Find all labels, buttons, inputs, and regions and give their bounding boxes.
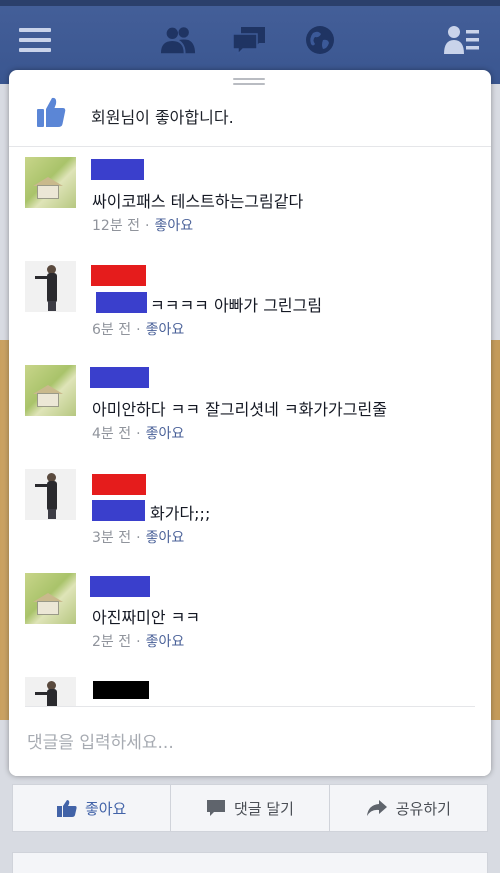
comment-meta: 6분 전 · 좋아요	[92, 319, 184, 339]
comment-like-link[interactable]: 좋아요	[154, 218, 193, 234]
comment-timestamp: 2분 전	[92, 634, 132, 650]
avatar[interactable]	[25, 677, 76, 707]
comment-item	[9, 677, 491, 707]
notifications-globe-icon[interactable]	[302, 22, 338, 58]
separator-dot: ·	[136, 322, 141, 338]
comment-like-link[interactable]: 좋아요	[146, 322, 185, 338]
post-share-button[interactable]: 공유하기	[330, 785, 487, 831]
comment-item: ㅋㅋㅋㅋ 아빠가 그린그림 6분 전 · 좋아요	[9, 261, 491, 361]
comment-timestamp: 3분 전	[92, 530, 132, 546]
messages-icon[interactable]	[231, 22, 267, 58]
avatar[interactable]	[25, 365, 76, 416]
menu-icon[interactable]	[17, 22, 53, 58]
comment-timestamp: 12분 전	[92, 218, 141, 234]
comment-item: 싸이코패스 테스트하는그림같다 12분 전 · 좋아요	[9, 157, 491, 257]
comment-text: 화가다;;;	[150, 504, 211, 523]
comment-text: ㅋㅋㅋㅋ 아빠가 그린그림	[150, 296, 323, 315]
avatar[interactable]	[25, 261, 76, 312]
redacted-commenter-name	[90, 367, 149, 388]
thumbs-up-icon	[36, 96, 66, 132]
post-comment-label: 댓글 달기	[234, 799, 294, 818]
separator-dot: ·	[136, 426, 141, 442]
comment-timestamp: 4분 전	[92, 426, 132, 442]
redacted-commenter-name	[93, 681, 149, 699]
post-like-button[interactable]: 좋아요	[13, 785, 172, 831]
comment-text: 아진짜미안 ㅋㅋ	[92, 608, 201, 627]
post-comment-button[interactable]: 댓글 달기	[171, 785, 330, 831]
redacted-mention	[92, 500, 145, 521]
post-share-label: 공유하기	[395, 799, 451, 818]
separator-dot: ·	[136, 530, 141, 546]
comment-item: 화가다;;; 3분 전 · 좋아요	[9, 469, 491, 569]
drag-handle[interactable]	[233, 78, 265, 86]
avatar[interactable]	[25, 573, 76, 624]
divider	[25, 706, 475, 707]
comment-like-link[interactable]: 좋아요	[146, 634, 185, 650]
comment-like-link[interactable]: 좋아요	[146, 426, 185, 442]
avatar[interactable]	[25, 469, 76, 520]
redacted-commenter-name	[92, 474, 146, 495]
friend-requests-icon[interactable]	[160, 22, 196, 58]
redacted-commenter-name	[90, 576, 150, 597]
comment-bubble-icon	[207, 800, 225, 816]
like-summary-row[interactable]: 회원님이 좋아합니다.	[9, 92, 491, 136]
comment-meta: 12분 전 · 좋아요	[92, 215, 193, 235]
comment-like-link[interactable]: 좋아요	[146, 530, 185, 546]
comment-input[interactable]	[9, 710, 491, 776]
divider	[9, 146, 491, 147]
thumbs-up-icon	[56, 800, 77, 817]
comment-timestamp: 6분 전	[92, 322, 132, 338]
avatar[interactable]	[25, 157, 76, 208]
post-like-label: 좋아요	[84, 799, 127, 818]
comment-item: 아미안하다 ㅋㅋ 잘그리셧네 ㅋ화가가그린줄 4분 전 · 좋아요	[9, 365, 491, 465]
post-action-bar: 좋아요 댓글 달기 공유하기	[12, 784, 488, 832]
separator-dot: ·	[136, 634, 141, 650]
comment-meta: 4분 전 · 좋아요	[92, 423, 184, 443]
redacted-commenter-name	[91, 159, 144, 180]
comment-text: 싸이코패스 테스트하는그림같다	[92, 192, 304, 211]
status-strip	[0, 0, 500, 6]
contacts-icon[interactable]	[444, 22, 480, 58]
redacted-mention	[96, 292, 147, 313]
comment-item: 아진짜미안 ㅋㅋ 2분 전 · 좋아요	[9, 573, 491, 673]
separator-dot: ·	[145, 218, 150, 234]
share-arrow-icon	[366, 800, 387, 816]
comment-meta: 2분 전 · 좋아요	[92, 631, 184, 651]
like-summary-text: 회원님이 좋아합니다.	[91, 108, 234, 127]
comment-text: 아미안하다 ㅋㅋ 잘그리셧네 ㅋ화가가그린줄	[92, 400, 387, 419]
next-feed-card	[12, 852, 488, 873]
comments-sheet: 회원님이 좋아합니다. 싸이코패스 테스트하는그림같다 12분 전 · 좋아요 ㅋㅋ…	[9, 70, 491, 776]
comment-meta: 3분 전 · 좋아요	[92, 527, 184, 547]
redacted-commenter-name	[91, 265, 146, 286]
